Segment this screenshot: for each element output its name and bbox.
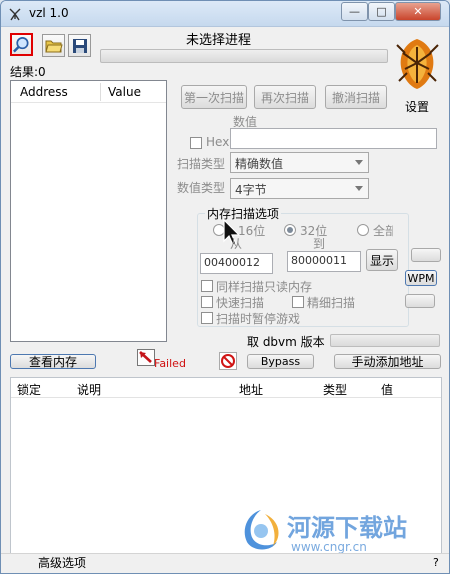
pause-game-checkbox[interactable]	[201, 312, 213, 324]
arrow-pointer-icon	[139, 351, 152, 363]
title-bar[interactable]: vzl 1.0 — □ ✕	[1, 1, 449, 27]
close-button[interactable]: ✕	[395, 2, 441, 21]
scan-type-value: 精确数值	[235, 157, 284, 171]
watermark-title: 河源下载站	[287, 514, 407, 542]
first-scan-button[interactable]: 第一次扫描	[181, 85, 247, 109]
next-scan-button[interactable]: 再次扫描	[254, 85, 316, 109]
results-count-label: 结果:0	[10, 65, 46, 79]
select-process-button[interactable]	[10, 33, 33, 56]
open-file-button[interactable]	[42, 34, 65, 57]
folder-open-icon	[44, 40, 63, 52]
scan-type-select[interactable]: 精确数值	[230, 152, 369, 173]
side-blank-button-2[interactable]	[405, 294, 435, 308]
value-input[interactable]	[230, 128, 437, 149]
save-icon	[72, 38, 87, 53]
main-window: vzl 1.0 — □ ✕ 未选择进程 结果:0 设置 Address Valu…	[0, 0, 450, 574]
hex-label: Hex	[206, 135, 230, 149]
address-table-header-lock[interactable]: 锁定	[17, 381, 41, 398]
value-type-label: 数值类型	[177, 181, 226, 195]
chevron-down-icon	[355, 160, 363, 165]
side-blank-button-1[interactable]	[411, 248, 441, 262]
value-type-value: 4字节	[235, 183, 267, 197]
process-status-label: 未选择进程	[186, 33, 252, 48]
results-header-value[interactable]: Value	[108, 85, 141, 99]
radio-all[interactable]	[357, 224, 369, 236]
app-icon	[9, 8, 21, 21]
app-logo[interactable]	[395, 33, 440, 93]
view-memory-button[interactable]: 查看内存	[10, 354, 96, 369]
fast-scan-checkbox[interactable]	[201, 296, 213, 308]
address-table-header-type[interactable]: 类型	[323, 381, 347, 398]
fine-scan-label: 精细扫描	[307, 296, 356, 310]
watermark-logo-icon	[244, 510, 279, 550]
add-address-manually-button[interactable]: 手动添加地址	[334, 354, 441, 369]
address-table-header-description[interactable]: 说明	[77, 381, 101, 398]
address-table-header-address[interactable]: 地址	[239, 381, 263, 398]
hex-checkbox[interactable]	[190, 137, 202, 149]
memory-scan-options-title: 内存扫描选项	[205, 205, 282, 222]
logo-icon	[396, 39, 439, 89]
bypass-button[interactable]: Bypass	[247, 354, 314, 369]
value-type-select[interactable]: 4字节	[230, 178, 369, 199]
address-table-header-line	[11, 397, 441, 398]
show-range-button[interactable]: 显示	[366, 249, 398, 271]
address-table-header-value[interactable]: 值	[381, 381, 393, 398]
scan-readonly-label: 同样扫描只读内存	[216, 280, 313, 294]
radio-all-label-clip: 全部	[373, 222, 393, 238]
fine-scan-checkbox[interactable]	[292, 296, 304, 308]
results-header-divider	[100, 83, 101, 101]
from-address-input[interactable]: 00400012	[200, 253, 273, 274]
fast-scan-label: 快速扫描	[216, 296, 265, 310]
stop-button[interactable]	[219, 352, 237, 370]
failed-indicator[interactable]	[137, 349, 155, 366]
to-address-input[interactable]: 80000011	[287, 251, 361, 272]
watermark-url: www.cngr.cn	[291, 540, 367, 554]
from-label: 从	[230, 237, 243, 251]
maximize-button[interactable]: □	[368, 2, 395, 21]
chevron-down-icon	[355, 186, 363, 191]
help-label[interactable]: ?	[433, 556, 439, 569]
minimize-button[interactable]: —	[341, 2, 368, 21]
scan-progress-bar	[100, 49, 388, 63]
undo-scan-button[interactable]: 撤消扫描	[325, 85, 387, 109]
results-list[interactable]: Address Value	[10, 80, 167, 342]
pause-game-label: 扫描时暂停游戏	[216, 312, 301, 326]
address-table[interactable]: 锁定 说明 地址 类型 值 河源下载站 www.cngr.cn	[10, 377, 442, 555]
no-entry-icon	[221, 354, 235, 368]
results-header-line	[11, 102, 166, 103]
to-label: 到	[313, 237, 326, 251]
advanced-options-label[interactable]: 高级选项	[38, 554, 86, 571]
window-title: vzl 1.0	[29, 6, 69, 20]
radio-32bit[interactable]	[284, 224, 296, 236]
failed-label: Failed	[154, 357, 186, 370]
scan-type-label: 扫描类型	[177, 157, 226, 171]
radio-all-label: 全部	[373, 224, 393, 238]
results-header-address[interactable]: Address	[20, 85, 68, 99]
magnifier-icon	[13, 36, 29, 53]
scan-readonly-checkbox[interactable]	[201, 280, 213, 292]
dbvm-version-label: 取 dbvm 版本	[247, 335, 325, 349]
wpm-button[interactable]: WPM	[405, 270, 437, 286]
dbvm-progress-bar	[330, 334, 440, 347]
settings-label[interactable]: 设置	[405, 98, 429, 115]
save-file-button[interactable]	[68, 34, 91, 57]
